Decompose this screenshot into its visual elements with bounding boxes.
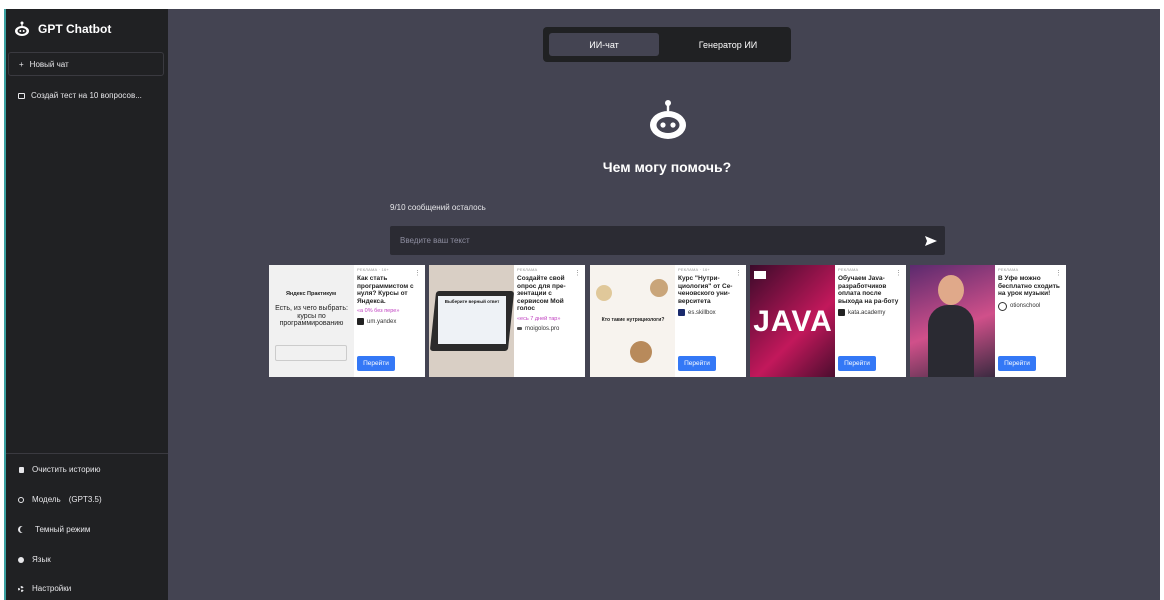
globe-icon bbox=[18, 556, 24, 563]
tab-ai-generator[interactable]: Генератор ИИ bbox=[671, 33, 785, 56]
more-icon[interactable]: ⋮ bbox=[895, 269, 902, 277]
ad-title: Курс "Нутри-циология" от Се-ченовского у… bbox=[678, 275, 733, 305]
ad-source: otionschool bbox=[1010, 303, 1041, 309]
ad-card[interactable]: JAVA РЕКЛАМА ⋮ Обучаем Java-разработчико… bbox=[750, 265, 906, 377]
robot-icon bbox=[15, 21, 29, 36]
ad-image: Кто такие нутрициологи? bbox=[590, 265, 675, 377]
more-icon[interactable]: ⋮ bbox=[735, 269, 742, 277]
ad-extra: «есь 7 дней тар» bbox=[517, 315, 561, 322]
model-label: Модель bbox=[32, 495, 61, 504]
person-body bbox=[928, 305, 974, 377]
model-button[interactable]: Модель (GPT3.5) bbox=[18, 495, 102, 504]
food-circle bbox=[596, 285, 612, 301]
ad-image: JAVA bbox=[750, 265, 835, 377]
person-face bbox=[938, 275, 964, 305]
messages-left: 9/10 сообщений осталось bbox=[390, 203, 486, 212]
ad-title: Создайте свой опрос для пре-зентации с с… bbox=[517, 275, 566, 312]
new-chat-label: Новый чат bbox=[29, 59, 69, 69]
ad-source: kata.academy bbox=[848, 309, 886, 316]
page-title: Чем могу помочь? bbox=[602, 159, 732, 175]
clear-history-button[interactable]: Очистить историю bbox=[18, 465, 100, 474]
ad-card[interactable]: Выберите верный ответ РЕКЛАМА ⋮ Создайте… bbox=[429, 265, 585, 377]
language-label: Язык bbox=[32, 555, 51, 564]
dark-mode-button[interactable]: Темный режим bbox=[18, 525, 90, 534]
more-icon[interactable]: ⋮ bbox=[414, 269, 421, 277]
ad-go-button[interactable]: Перейти bbox=[678, 356, 716, 371]
ad-title: Обучаем Java-разработчиков оплата после … bbox=[838, 275, 899, 305]
ad-image-brand: Яндекс Практикум bbox=[285, 291, 337, 297]
model-value: (GPT3.5) bbox=[68, 495, 102, 504]
food-circle bbox=[630, 341, 652, 363]
ad-image-text: Кто такие нутрициологи? bbox=[601, 317, 665, 323]
more-icon[interactable]: ⋮ bbox=[1055, 269, 1062, 277]
ad-source-icon bbox=[357, 318, 364, 325]
ad-image-text: Выберите верный ответ bbox=[444, 299, 500, 304]
ad-image-shape bbox=[275, 345, 347, 361]
clear-history-label: Очистить историю bbox=[32, 465, 101, 474]
settings-button[interactable]: Настройки bbox=[18, 584, 71, 593]
trash-icon bbox=[19, 466, 24, 473]
ad-source: um.yandex bbox=[367, 318, 397, 325]
ad-go-button[interactable]: Перейти bbox=[838, 356, 876, 371]
kata-logo-icon bbox=[754, 271, 766, 279]
more-icon[interactable]: ⋮ bbox=[574, 269, 581, 277]
ad-card[interactable]: Кто такие нутрициологи? РЕКЛАМА · 16+ ⋮ … bbox=[590, 265, 746, 377]
ad-source: es.skillbox bbox=[688, 309, 716, 316]
gear-icon bbox=[18, 585, 24, 592]
ad-source-icon bbox=[678, 309, 685, 316]
food-circle bbox=[650, 279, 668, 297]
history-item[interactable]: Создай тест на 10 вопросов... bbox=[18, 91, 142, 100]
ad-title: Как стать программистом с нуля? Курсы от… bbox=[357, 275, 414, 305]
sidebar: GPT Chatbot + Новый чат Создай тест на 1… bbox=[4, 9, 168, 600]
ad-title: В Уфе можно бесплатно сходить на урок му… bbox=[998, 275, 1060, 297]
model-icon bbox=[18, 496, 24, 503]
ad-extra: «а 0% без пере» bbox=[357, 308, 400, 314]
message-box bbox=[390, 226, 945, 255]
plus-icon: + bbox=[19, 59, 24, 69]
ad-image: Выберите верный ответ bbox=[429, 265, 515, 377]
ad-card[interactable]: РЕКЛАМА ⋮ В Уфе можно бесплатно сходить … bbox=[910, 265, 1066, 377]
ad-source-icon bbox=[838, 309, 845, 316]
settings-label: Настройки bbox=[32, 584, 72, 593]
ad-card[interactable]: Яндекс Практикум Есть, из чего выбрать: … bbox=[269, 265, 425, 377]
app-window: GPT Chatbot + Новый чат Создай тест на 1… bbox=[4, 9, 1160, 600]
ad-source-icon bbox=[998, 301, 1007, 311]
app-name: GPT Chatbot bbox=[38, 22, 112, 36]
ad-go-button[interactable]: Перейти bbox=[998, 356, 1036, 371]
app-logo: GPT Chatbot bbox=[14, 21, 111, 37]
dark-mode-label: Темный режим bbox=[35, 525, 91, 534]
message-input[interactable] bbox=[398, 235, 925, 246]
moon-icon bbox=[20, 526, 27, 533]
sidebar-options bbox=[6, 453, 168, 454]
ad-source: moigolos.pro bbox=[525, 325, 560, 332]
send-icon[interactable] bbox=[925, 235, 937, 246]
tab-ai-chat[interactable]: ИИ-чат bbox=[549, 33, 659, 56]
history-item-label: Создай тест на 10 вопросов... bbox=[31, 91, 142, 100]
mode-tabs: ИИ-чат Генератор ИИ bbox=[543, 27, 791, 62]
ad-go-button[interactable]: Перейти bbox=[357, 356, 395, 371]
ad-source-icon bbox=[517, 327, 522, 330]
ad-image-text: JAVA bbox=[753, 305, 833, 338]
ad-image-text: Есть, из чего выбрать: курсы по программ… bbox=[275, 305, 348, 327]
ad-image: Яндекс Практикум Есть, из чего выбрать: … bbox=[269, 265, 354, 377]
chat-bubble-icon bbox=[18, 92, 25, 99]
robot-icon bbox=[650, 100, 686, 139]
language-button[interactable]: Язык bbox=[18, 555, 51, 564]
ad-image bbox=[910, 265, 995, 377]
new-chat-button[interactable]: + Новый чат bbox=[8, 52, 164, 76]
